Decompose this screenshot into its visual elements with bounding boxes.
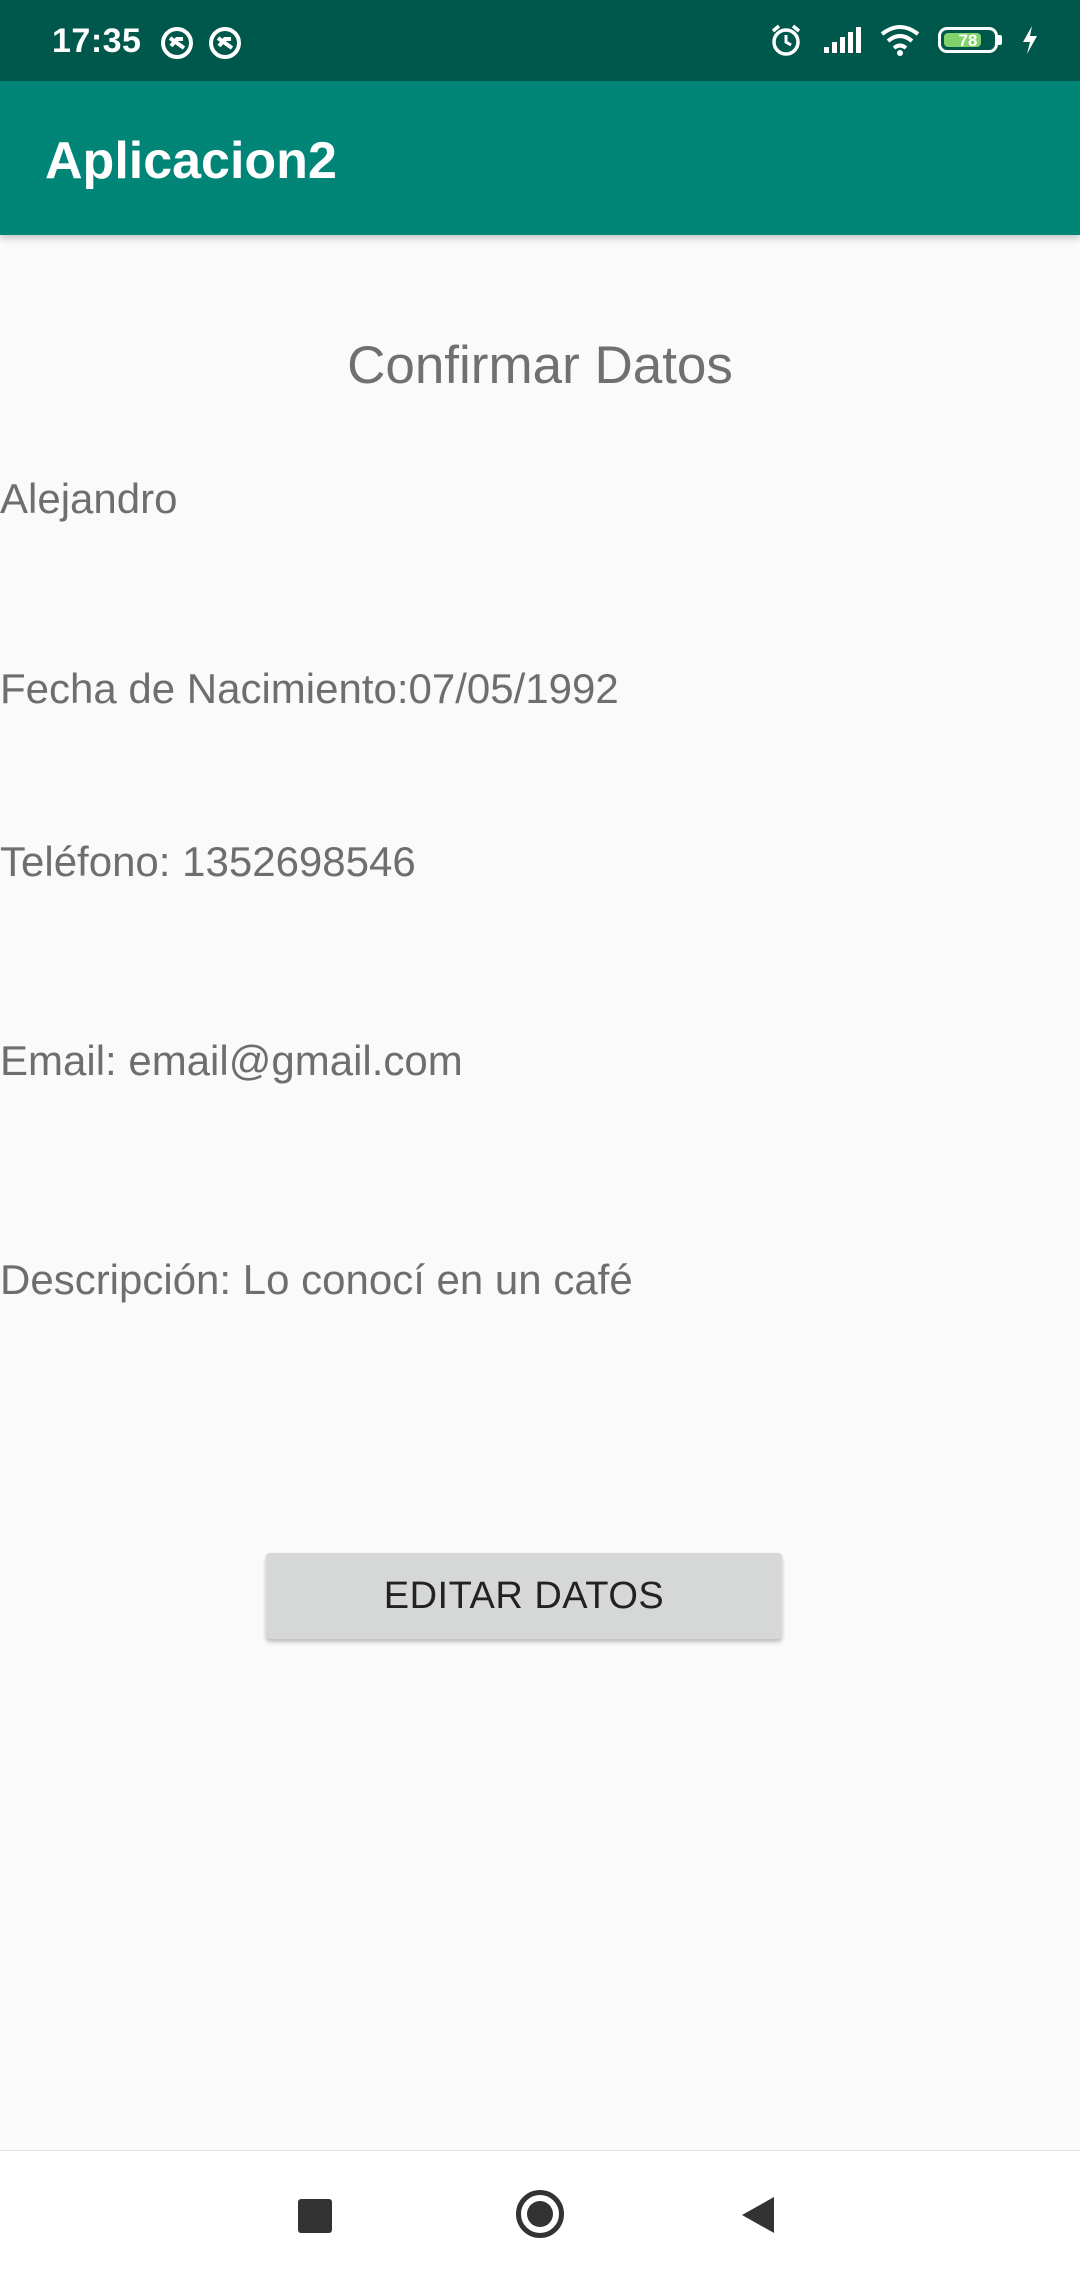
description-value: Descripción: Lo conocí en un café <box>0 1256 633 1303</box>
app-title: Aplicacion2 <box>45 132 337 190</box>
app-bar: Aplicacion2 <box>0 81 1080 235</box>
signal-icon <box>824 27 861 53</box>
name-value: Alejandro <box>0 475 178 522</box>
battery-icon: 78 <box>938 27 998 53</box>
phone-value: Teléfono: 1352698546 <box>0 838 416 885</box>
page-title: Confirmar Datos <box>347 336 733 395</box>
birth-date-value: Fecha de Nacimiento:07/05/1992 <box>0 665 619 712</box>
status-bar: 17:35 78 <box>0 0 1080 81</box>
edit-data-button[interactable]: EDITAR DATOS <box>266 1553 782 1639</box>
alarm-icon <box>771 24 801 56</box>
status-system-icons: 78 <box>768 22 1040 58</box>
notification-icon <box>209 27 241 59</box>
charging-icon <box>1023 26 1037 54</box>
status-time: 17:35 <box>52 22 142 60</box>
recents-icon[interactable] <box>298 2199 332 2233</box>
wifi-icon <box>880 25 920 56</box>
home-icon[interactable] <box>516 2190 564 2238</box>
notification-icon <box>161 27 193 59</box>
status-notifications <box>160 26 242 60</box>
battery-level: 78 <box>958 30 978 50</box>
email-value: Email: email@gmail.com <box>0 1037 463 1084</box>
navigation-bar <box>0 2150 1080 2281</box>
back-icon[interactable] <box>740 2195 776 2235</box>
